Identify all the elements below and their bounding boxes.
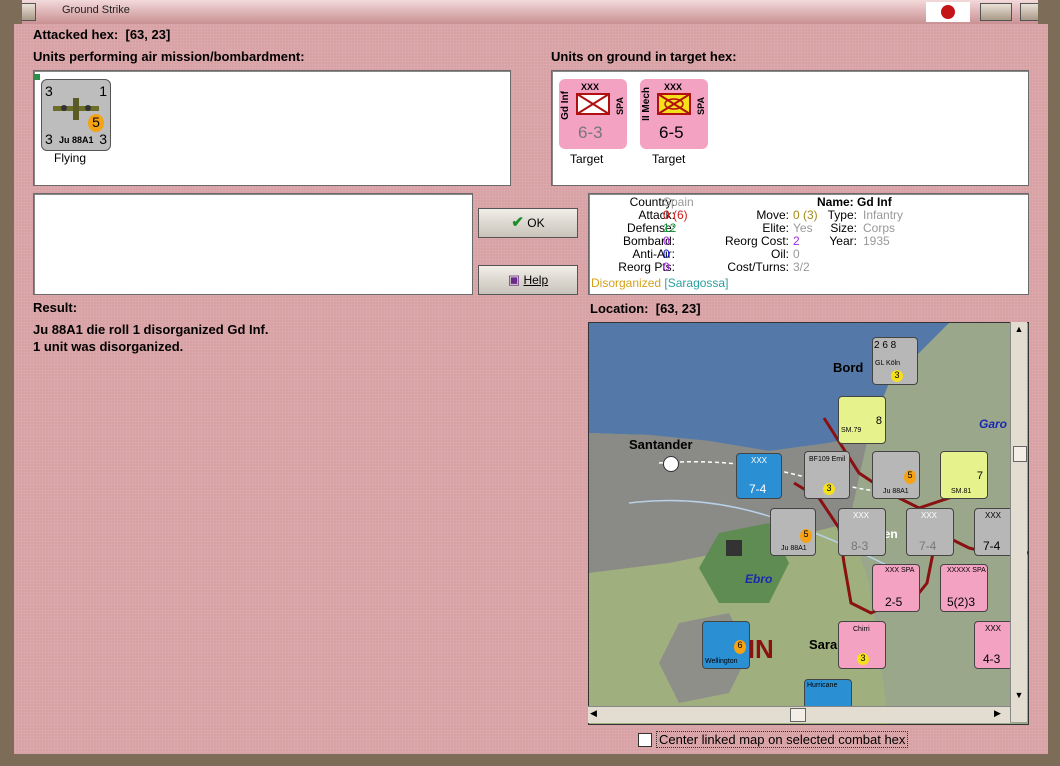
map-label-bord: Bord	[833, 360, 863, 375]
ok-button[interactable]: ✔ OK	[478, 208, 578, 238]
ready-indicator-icon	[34, 74, 40, 80]
ground-unit-counter-gd-inf[interactable]: Gd Inf XXX SPA 6-3	[559, 79, 627, 149]
location-label: Location: [63, 23]	[590, 301, 701, 316]
book-icon: ▣	[507, 272, 521, 287]
vertical-scroll-thumb[interactable]	[1013, 446, 1027, 462]
ground-units-panel: Gd Inf XXX SPA 6-3 II Mech XXX SPA 6-5 T…	[551, 70, 1029, 186]
map-label-garo: Garo	[979, 417, 1007, 431]
map-counter-spa-army[interactable]: XXXXX SPA 5(2)3	[940, 564, 988, 612]
center-map-checkbox[interactable]	[638, 733, 652, 747]
air-unit-counter[interactable]: 3 1 5 3 Ju 88A1 3	[41, 79, 111, 151]
ground-unit-status-1: Target	[570, 152, 604, 166]
attacked-hex-value: [63, 23]	[125, 27, 171, 42]
map-counter-sm79[interactable]: SM.79 8	[838, 396, 886, 444]
air-units-heading: Units performing air mission/bombardment…	[33, 49, 305, 64]
map-label-santander: Santander	[629, 437, 693, 452]
cost-turns-value: 3/2	[793, 260, 810, 274]
map-label-saragossa: Sara	[809, 637, 838, 652]
unit-details-panel: Country: Attack: Defense: Bombard: Anti-…	[588, 193, 1029, 295]
map-label-ebro: Ebro	[745, 572, 772, 586]
ground-unit-status-2: Target	[652, 152, 686, 166]
horizontal-scroll-thumb[interactable]	[790, 708, 806, 722]
map-counter-wellington[interactable]: Wellington 6	[702, 621, 750, 669]
attacked-hex-label: Attacked hex: [63, 23]	[33, 27, 171, 42]
map-counter-ju88-a[interactable]: Ju 88A1 5	[872, 451, 920, 499]
map-counter-ju88-b[interactable]: Ju 88A1 5	[770, 508, 816, 556]
checkmark-icon: ✔	[511, 214, 524, 231]
air-units-panel: 3 1 5 3 Ju 88A1 3 Flying	[33, 70, 511, 186]
scroll-down-icon[interactable]: ▼	[1013, 690, 1025, 702]
scroll-left-icon[interactable]: ◀	[590, 708, 602, 720]
map-counter-bf109[interactable]: BF109 Emil 3	[804, 451, 850, 499]
mech-symbol-icon	[657, 93, 691, 115]
scroll-right-icon[interactable]: ▶	[994, 708, 1006, 720]
map-counter-hurricane[interactable]: Hurricane	[804, 679, 852, 709]
ground-unit-counter-ii-mech[interactable]: II Mech XXX SPA 6-5	[640, 79, 708, 149]
reorg-pts-value: 0	[663, 260, 670, 274]
map-counter-blue-corps[interactable]: XXX 7-4	[736, 453, 782, 499]
map-counter-corps-2[interactable]: XXX 7-4	[906, 508, 954, 556]
map-counter-spa-corps[interactable]: XXX SPA 2-5	[872, 564, 920, 612]
infantry-symbol-icon	[576, 93, 610, 115]
disorganized-status: Disorganized	[591, 276, 662, 290]
help-button[interactable]: ▣ Help	[478, 265, 578, 295]
map-counter-corps-3[interactable]: XXX 7-4	[974, 508, 1014, 556]
map-counter-corps-4[interactable]: 4-3 XXX	[974, 621, 1014, 669]
result-line-1: Ju 88A1 die roll 1 disorganized Gd Inf.	[33, 322, 269, 337]
map-counter-corps-1[interactable]: XXX 8-3	[838, 508, 886, 556]
year-value: 1935	[863, 234, 890, 248]
airfield-icon	[726, 540, 742, 556]
center-map-label[interactable]: Center linked map on selected combat hex	[656, 731, 909, 748]
air-unit-status: Flying	[54, 151, 87, 165]
notes-panel	[33, 193, 473, 295]
map-counter-sm81[interactable]: SM.81 7	[940, 451, 988, 499]
scroll-up-icon[interactable]: ▲	[1013, 324, 1025, 336]
linked-map[interactable]: Santander Bord Ebro Garo AIN Sara ren 2 …	[588, 322, 1029, 725]
ground-units-heading: Units on ground in target hex:	[551, 49, 737, 64]
port-icon	[663, 456, 679, 472]
result-line-2: 1 unit was disorganized.	[33, 339, 184, 354]
map-vertical-scrollbar[interactable]: ▲ ▼	[1010, 322, 1027, 722]
location-tag: [Saragossa]	[664, 276, 729, 290]
map-counter-gl-koln[interactable]: 2 6 8 GL Köln 3	[872, 337, 918, 385]
map-counter-chirri[interactable]: Chirri 3	[838, 621, 886, 669]
result-heading: Result:	[33, 300, 78, 315]
map-horizontal-scrollbar[interactable]: ◀ ▶	[588, 706, 1010, 723]
